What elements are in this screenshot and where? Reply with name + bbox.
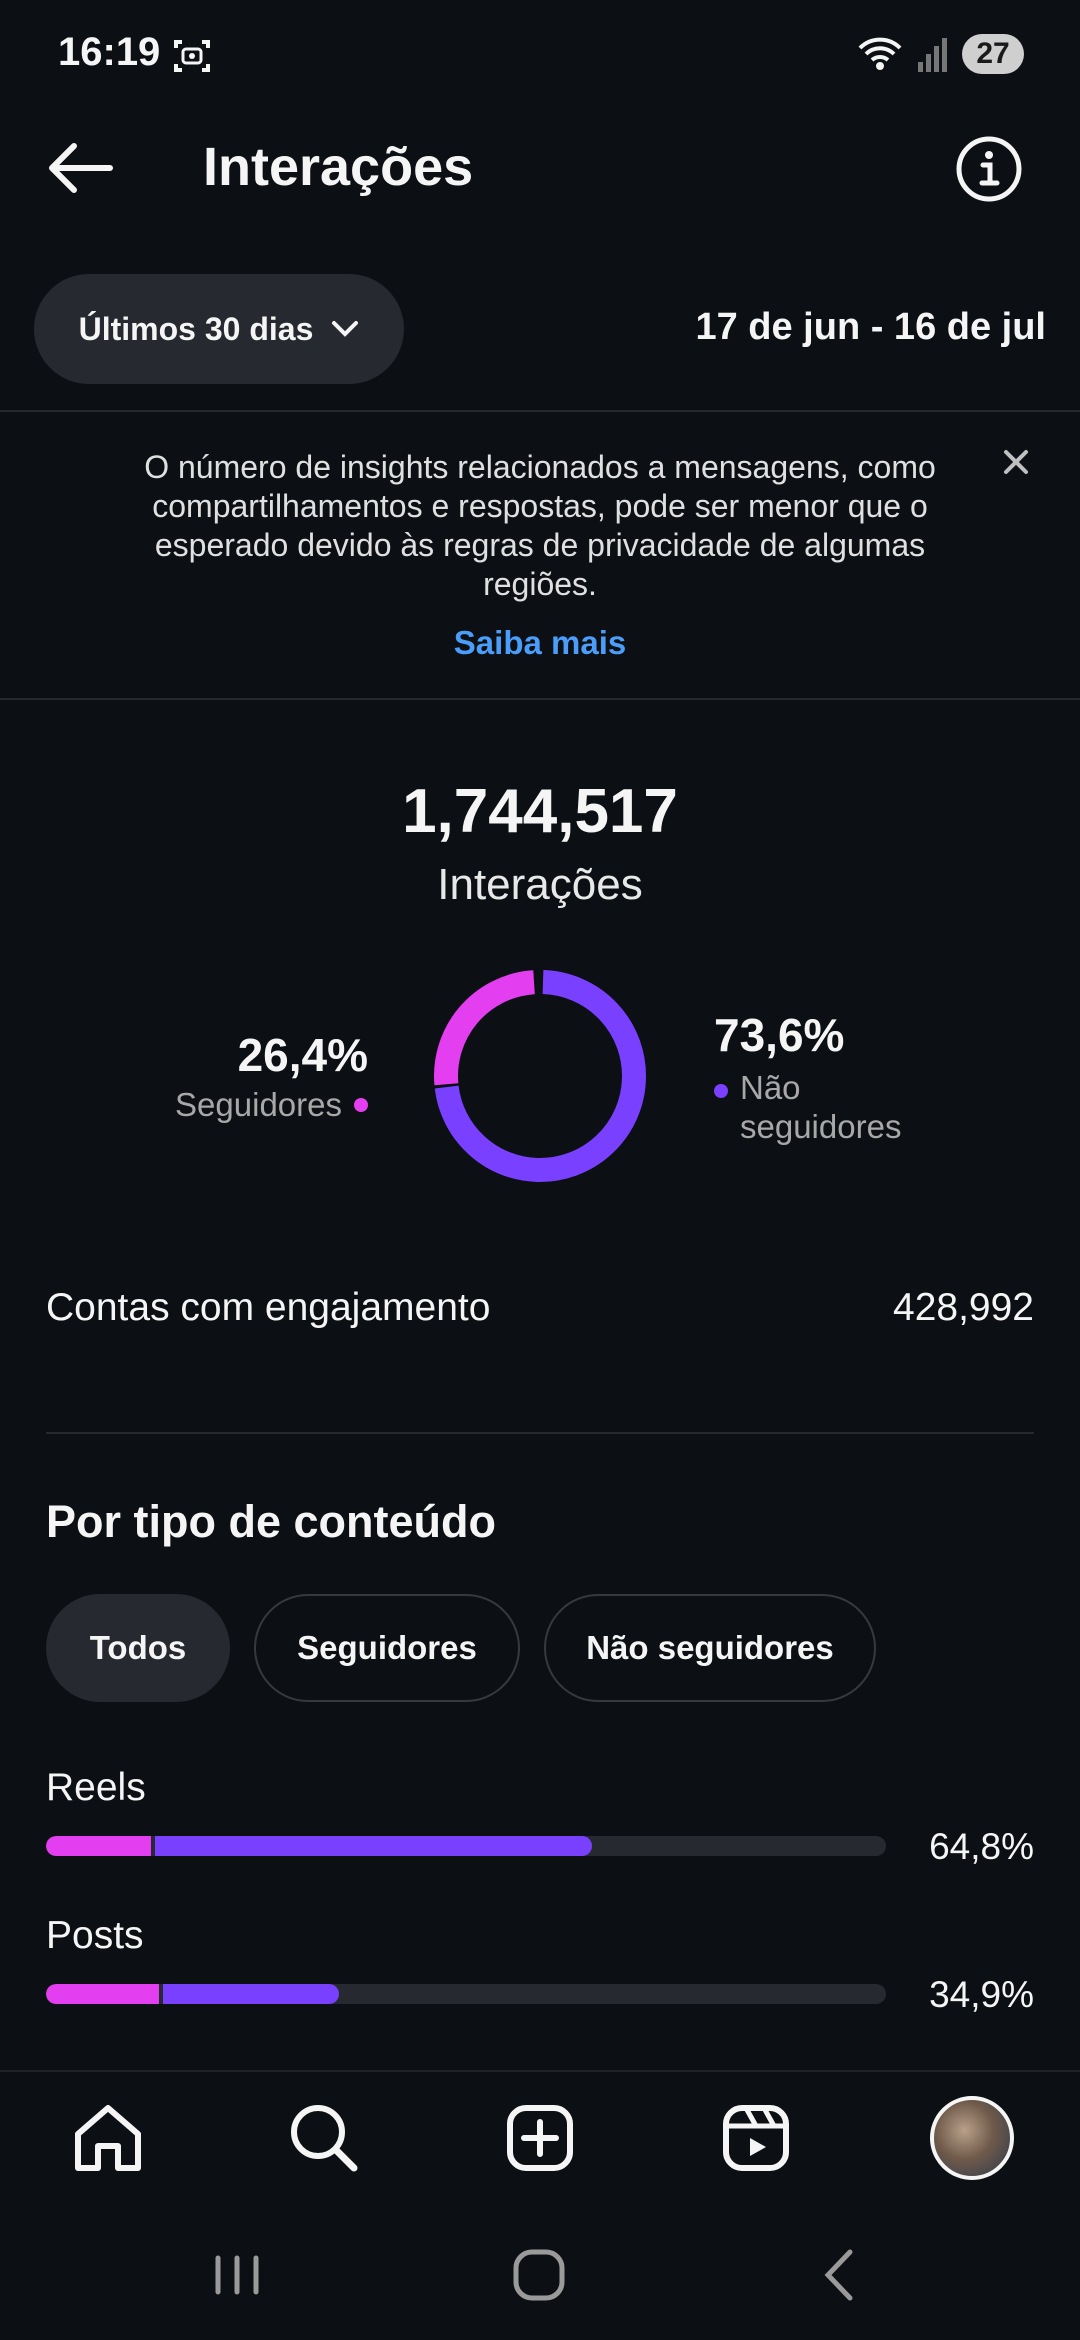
followers-legend: 26,4% Seguidores	[175, 1028, 368, 1124]
recents-icon[interactable]	[202, 2240, 272, 2310]
nonfollowers-percent: 73,6%	[714, 1009, 845, 1061]
profile-avatar[interactable]	[930, 2096, 1014, 2180]
followers-label: Seguidores	[175, 1086, 342, 1123]
bottom-nav-divider	[0, 2070, 1080, 2072]
home-circle-icon[interactable]	[504, 2240, 574, 2310]
search-icon[interactable]	[284, 2098, 364, 2178]
bar-nonfollowers-segment	[163, 1984, 340, 2004]
bar-followers-segment	[46, 1984, 160, 2004]
divider	[46, 1432, 1034, 1434]
date-range: 17 de jun - 16 de jul	[695, 306, 1046, 348]
battery-indicator: 27	[962, 34, 1024, 74]
bar-nonfollowers-segment	[155, 1836, 592, 1856]
nonfollowers-legend: 73,6% Não seguidores	[714, 1008, 940, 1146]
interactions-donut-chart	[434, 970, 646, 1182]
nonfollowers-label: Não seguidores	[740, 1069, 902, 1145]
engaged-accounts-value: 428,992	[893, 1286, 1034, 1329]
divider	[0, 410, 1080, 412]
back-chevron-icon[interactable]	[806, 2240, 876, 2310]
total-interactions-label: Interações	[437, 860, 643, 909]
status-time: 16:19	[58, 30, 161, 74]
status-indicators: 27	[856, 34, 1024, 74]
privacy-notice-text: O número de insights relacionados a mens…	[144, 449, 936, 602]
content-row-bar	[46, 1984, 886, 2004]
create-icon[interactable]	[500, 2098, 580, 2178]
filter-chip-all[interactable]: Todos	[46, 1594, 230, 1702]
signal-icon	[918, 38, 947, 72]
content-row-percent: 34,9%	[929, 1974, 1034, 2015]
nonfollowers-dot	[714, 1084, 728, 1098]
home-icon[interactable]	[68, 2098, 148, 2178]
close-icon[interactable]	[994, 440, 1038, 484]
back-arrow-icon[interactable]	[44, 138, 116, 198]
page-title: Interações	[203, 137, 474, 197]
followers-dot	[354, 1098, 368, 1112]
bar-followers-segment	[46, 1836, 151, 1856]
engaged-accounts-label: Contas com engajamento	[46, 1286, 491, 1329]
content-type-title: Por tipo de conteúdo	[46, 1496, 496, 1547]
filter-chip-nonfollowers[interactable]: Não seguidores	[544, 1594, 876, 1702]
total-interactions-value: 1,744,517	[402, 777, 678, 846]
filter-chip-followers[interactable]: Seguidores	[254, 1594, 520, 1702]
period-dropdown[interactable]: Últimos 30 dias	[34, 274, 404, 384]
info-icon[interactable]	[954, 134, 1024, 204]
content-row-label: Reels	[46, 1766, 146, 1809]
content-row-percent: 64,8%	[929, 1826, 1034, 1867]
screenshot-icon	[174, 40, 210, 72]
chevron-down-icon	[332, 321, 359, 337]
content-row-bar	[46, 1836, 886, 1856]
content-row-label: Posts	[46, 1914, 144, 1957]
followers-percent: 26,4%	[237, 1029, 368, 1081]
learn-more-link[interactable]: Saiba mais	[0, 624, 1080, 662]
wifi-icon	[858, 37, 902, 70]
period-label: Últimos 30 dias	[78, 310, 314, 347]
reels-icon[interactable]	[716, 2098, 796, 2178]
divider	[0, 698, 1080, 700]
